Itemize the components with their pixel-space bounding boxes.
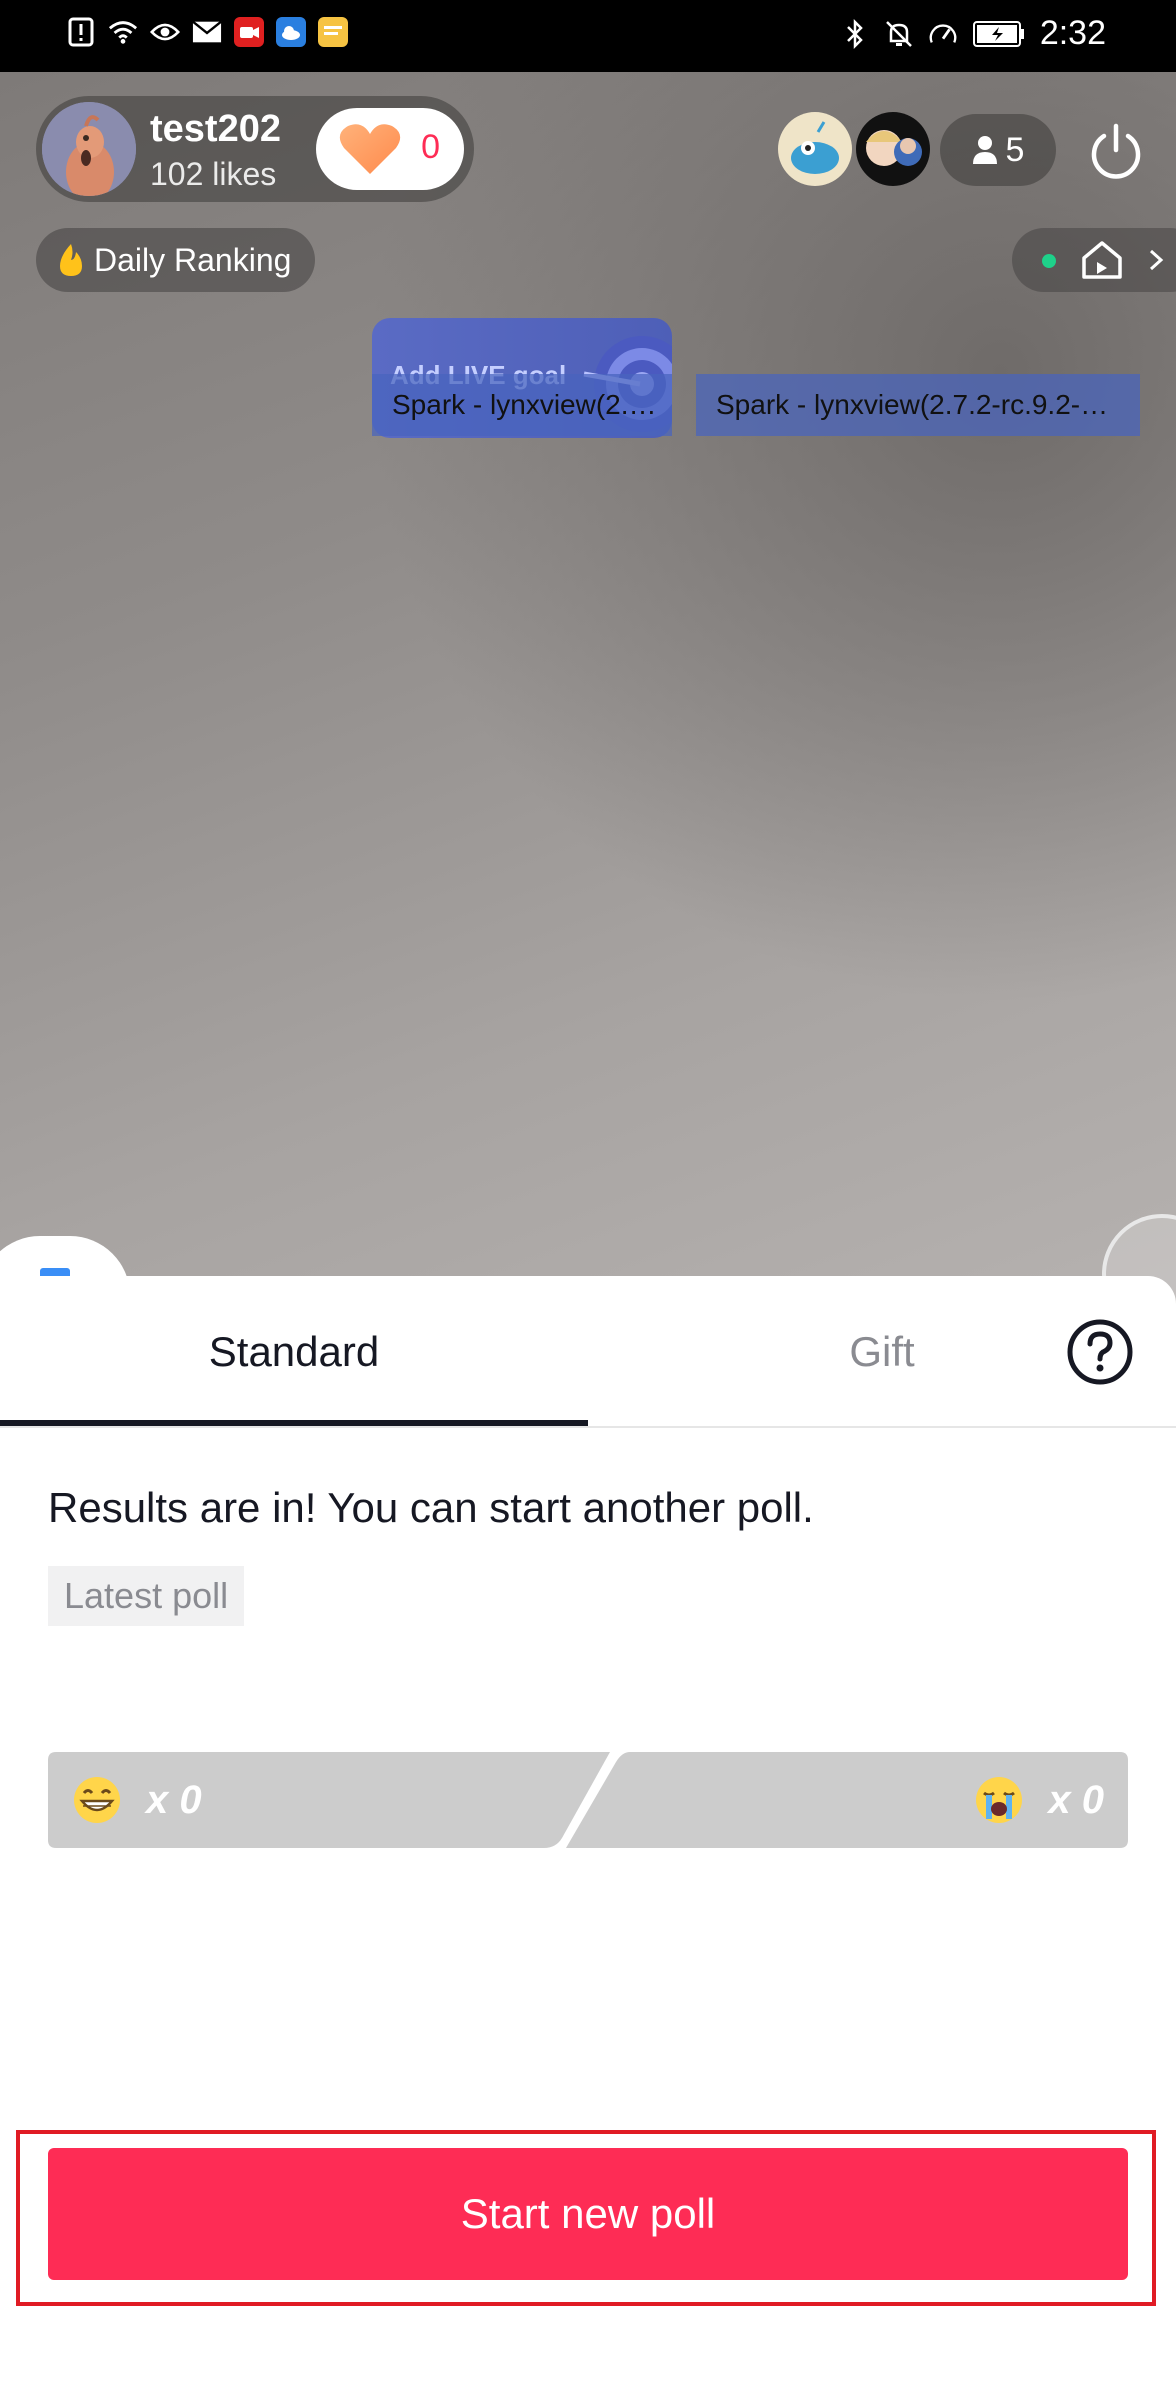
status-right-icons: 2:32 <box>840 14 1106 53</box>
speed-icon <box>928 19 958 49</box>
eye-icon <box>150 17 180 47</box>
host-info-pill[interactable]: test202 102 likes 0 <box>36 96 474 202</box>
host-name: test202 <box>150 108 281 150</box>
status-time: 2:32 <box>1039 14 1106 52</box>
viewer-avatar-1[interactable] <box>778 112 852 186</box>
video-app-icon <box>234 17 264 47</box>
chevron-right-icon <box>1149 249 1164 271</box>
viewer-count-pill[interactable]: 5 <box>940 114 1056 186</box>
poll-option-right: x 0 <box>588 1752 1128 1848</box>
sim-alert-icon <box>66 17 96 47</box>
daily-ranking-pill[interactable]: Daily Ranking <box>36 228 316 292</box>
spark-lynxview-overlay-2: Spark - lynxview(2.7.2-rc.9.2-… <box>696 374 1140 436</box>
grin-emoji-icon <box>74 1777 120 1823</box>
status-left-icons <box>66 17 348 47</box>
start-new-poll-button[interactable]: Start new poll <box>48 2148 1128 2280</box>
notes-app-icon <box>318 17 348 47</box>
poll-left-count: x 0 <box>146 1777 202 1822</box>
host-avatar[interactable] <box>42 102 136 196</box>
person-icon <box>972 136 997 164</box>
help-icon[interactable] <box>1066 1318 1134 1386</box>
wifi-icon <box>108 17 138 47</box>
like-button[interactable]: 0 <box>316 108 464 190</box>
latest-poll-tag: Latest poll <box>48 1566 245 1626</box>
results-message: Results are in! You can start another po… <box>48 1484 814 1531</box>
host-likes: 102 likes <box>150 156 277 192</box>
end-live-power-icon[interactable] <box>1086 122 1146 182</box>
poll-results-bar: x 0 x 0 <box>48 1752 1128 1848</box>
bluetooth-icon <box>840 18 870 49</box>
battery-icon <box>972 19 1026 49</box>
daily-ranking-label: Daily Ranking <box>94 241 292 278</box>
spark-lynxview-overlay-1: Spark - lynxview(2.7.2-rc.9.2-… <box>372 374 672 436</box>
crying-emoji-icon <box>976 1777 1023 1823</box>
room-status-pill[interactable] <box>1012 228 1176 292</box>
cloud-app-icon <box>276 17 306 47</box>
viewer-count: 5 <box>1005 130 1025 169</box>
mail-icon <box>192 17 222 47</box>
poll-right-count: x 0 <box>1048 1777 1104 1822</box>
status-bar: 2:32 <box>0 0 1176 72</box>
mute-icon <box>884 19 914 49</box>
heart-icon <box>339 124 401 174</box>
viewer-avatar-2[interactable] <box>856 112 930 186</box>
home-icon <box>1082 241 1122 279</box>
like-count: 0 <box>421 128 440 166</box>
flame-icon <box>60 244 82 276</box>
poll-tabs: Standard Gift <box>0 1276 1176 1428</box>
tab-standard[interactable]: Standard <box>0 1276 588 1428</box>
poll-option-left: x 0 <box>48 1752 608 1848</box>
live-status-dot <box>1042 254 1056 268</box>
active-tab-indicator <box>0 1420 588 1426</box>
